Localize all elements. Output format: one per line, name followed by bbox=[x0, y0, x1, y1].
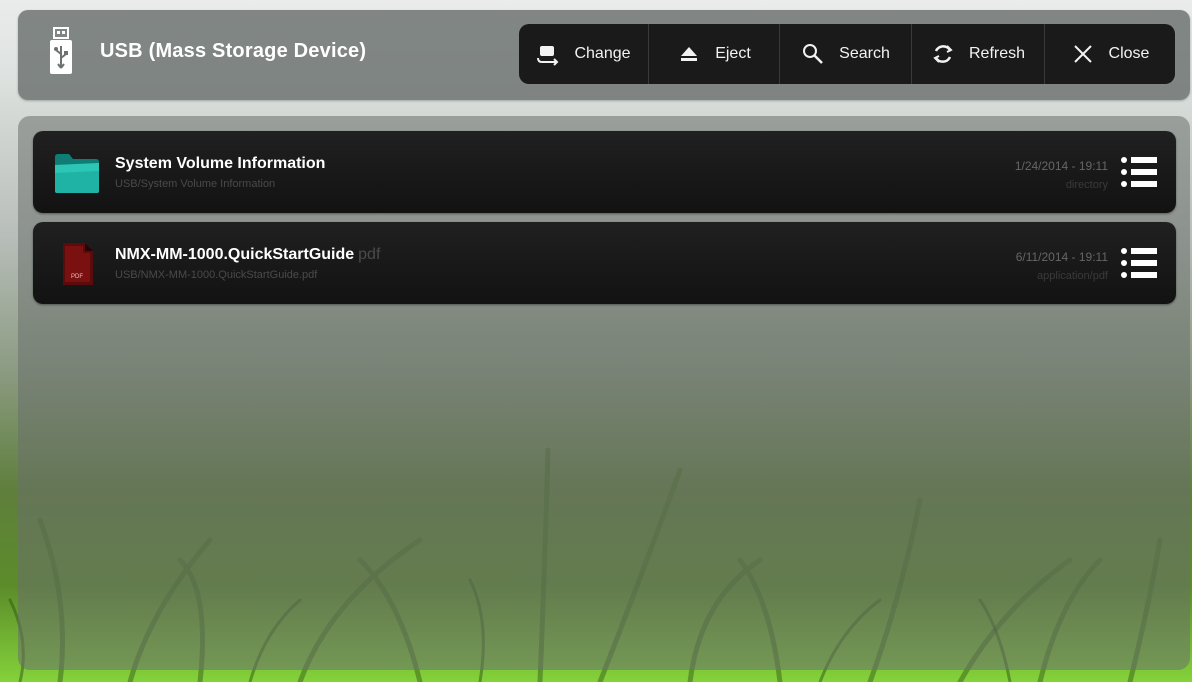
file-type: application/pdf bbox=[1037, 270, 1108, 282]
change-drive-icon bbox=[536, 42, 560, 66]
change-button[interactable]: Change bbox=[519, 24, 649, 84]
change-label: Change bbox=[574, 45, 631, 62]
search-icon bbox=[801, 42, 825, 66]
refresh-icon bbox=[931, 42, 955, 66]
refresh-button[interactable]: Refresh bbox=[912, 24, 1045, 84]
usb-icon bbox=[50, 27, 72, 74]
list-menu-icon[interactable] bbox=[1120, 246, 1158, 280]
file-type: directory bbox=[1065, 179, 1108, 191]
list-menu-icon[interactable] bbox=[1120, 155, 1158, 189]
page-title: USB (Mass Storage Device) bbox=[100, 40, 367, 62]
file-name: System Volume Information bbox=[115, 155, 326, 172]
toolbar: Change Eject Search Refresh Close bbox=[519, 24, 1175, 84]
close-icon bbox=[1071, 42, 1095, 66]
close-button[interactable]: Close bbox=[1045, 24, 1175, 84]
file-row-pdf[interactable]: PDF NMX-MM-1000.QuickStartGuide pdf USB/N… bbox=[33, 222, 1176, 304]
file-extension: pdf bbox=[358, 246, 381, 263]
folder-icon bbox=[55, 154, 99, 193]
eject-icon bbox=[677, 42, 701, 66]
file-date: 6/11/2014 - 19:11 bbox=[1015, 250, 1108, 264]
search-label: Search bbox=[839, 45, 890, 62]
refresh-label: Refresh bbox=[968, 45, 1026, 62]
file-path: USB/System Volume Information bbox=[115, 178, 276, 190]
close-label: Close bbox=[1108, 45, 1150, 62]
pdf-icon: PDF bbox=[63, 243, 93, 285]
file-path: USB/NMX-MM-1000.QuickStartGuide.pdf bbox=[115, 269, 318, 281]
eject-button[interactable]: Eject bbox=[649, 24, 780, 84]
file-row-directory[interactable]: System Volume Information USB/System Vol… bbox=[33, 131, 1176, 213]
pdf-icon-label: PDF bbox=[71, 274, 83, 280]
file-name: NMX-MM-1000.QuickStartGuide pdf bbox=[115, 246, 381, 263]
search-button[interactable]: Search bbox=[780, 24, 912, 84]
eject-label: Eject bbox=[715, 45, 751, 62]
file-date: 1/24/2014 - 19:11 bbox=[1014, 159, 1108, 173]
